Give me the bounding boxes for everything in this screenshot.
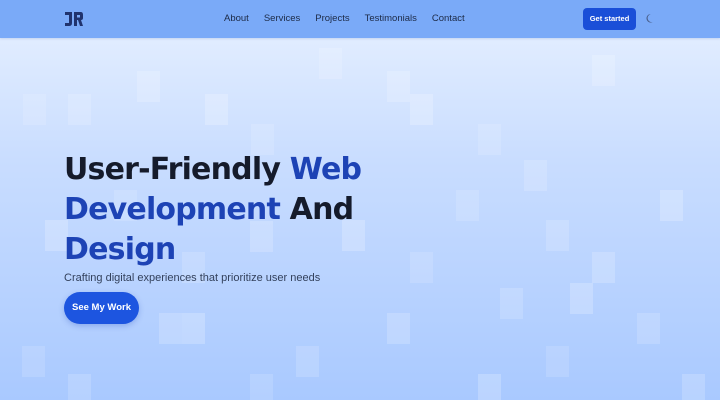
moon-icon[interactable] xyxy=(645,13,656,24)
headline-part-1: User-Friendly xyxy=(64,152,290,187)
background-square xyxy=(319,48,342,79)
get-started-button[interactable]: Get started xyxy=(583,8,636,30)
background-square xyxy=(68,94,91,125)
nav-about[interactable]: About xyxy=(224,13,249,24)
hero-headline: User-Friendly Web Development And Design xyxy=(64,150,364,270)
nav-testimonials[interactable]: Testimonials xyxy=(365,13,417,24)
site-header: About Services Projects Testimonials Con… xyxy=(0,0,720,38)
background-square xyxy=(682,374,705,400)
background-square xyxy=(546,220,569,251)
background-square xyxy=(205,94,228,125)
background-square xyxy=(250,374,273,400)
background-square xyxy=(570,283,593,314)
background-square xyxy=(296,346,319,377)
background-square xyxy=(456,190,479,221)
hero-section: User-Friendly Web Development And Design… xyxy=(64,150,364,324)
nav-contact[interactable]: Contact xyxy=(432,13,465,24)
hero-subtitle: Crafting digital experiences that priori… xyxy=(64,272,321,284)
background-square xyxy=(500,288,523,319)
nav-services[interactable]: Services xyxy=(264,13,300,24)
background-square xyxy=(137,71,160,102)
background-square xyxy=(387,71,410,102)
background-square xyxy=(478,374,501,400)
background-square xyxy=(410,94,433,125)
background-square xyxy=(410,252,433,283)
background-square xyxy=(637,313,660,344)
nav-projects[interactable]: Projects xyxy=(315,13,349,24)
logo[interactable] xyxy=(64,11,84,27)
background-square xyxy=(524,160,547,191)
background-square xyxy=(592,252,615,283)
see-my-work-button[interactable]: See My Work xyxy=(64,292,139,324)
background-square xyxy=(68,374,91,400)
background-square xyxy=(660,190,683,221)
background-square xyxy=(23,94,46,125)
background-square xyxy=(387,313,410,344)
background-square xyxy=(592,55,615,86)
headline-accent-2: Design xyxy=(64,232,176,267)
background-square xyxy=(546,346,569,377)
background-square xyxy=(22,346,45,377)
main-nav: About Services Projects Testimonials Con… xyxy=(224,13,480,24)
background-square xyxy=(478,124,501,155)
headline-part-3: And xyxy=(280,192,354,227)
background-square xyxy=(182,313,205,344)
background-square xyxy=(159,313,182,344)
